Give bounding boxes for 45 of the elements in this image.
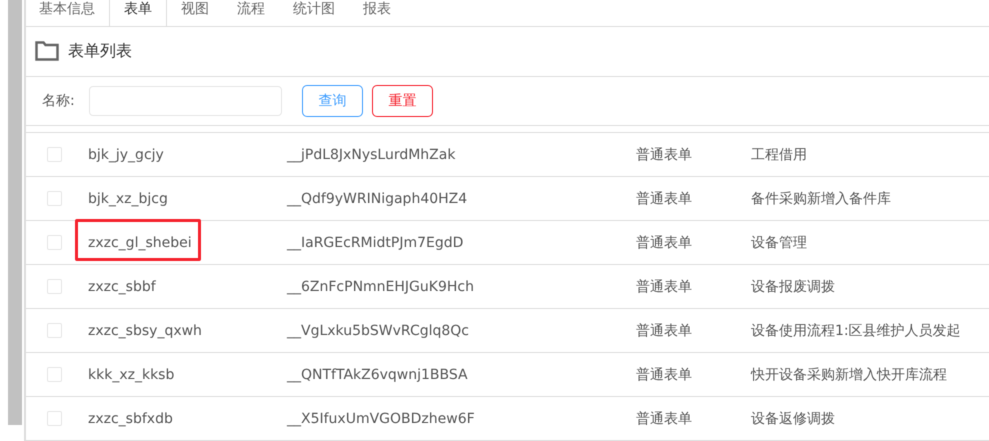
table-cell: 普通表单	[636, 234, 692, 250]
table-cell: bjk_jy_gcjy	[88, 146, 164, 162]
table-cell: kkk_xz_kksb	[88, 366, 174, 382]
row-checkbox[interactable]	[47, 367, 62, 382]
row-checkbox[interactable]	[47, 191, 62, 206]
tab[interactable]: 报表	[349, 0, 405, 26]
row-checkbox[interactable]	[47, 279, 62, 294]
table-cell: 设备管理	[751, 234, 807, 250]
tab[interactable]: 统计图	[279, 0, 349, 26]
scrollbar[interactable]	[8, 0, 22, 425]
table-cell: 设备使用流程1:区县维护人员发起	[751, 322, 961, 338]
table-cell: 普通表单	[636, 410, 692, 426]
table-cell: 设备报废调拨	[751, 278, 835, 294]
table-cell: 普通表单	[636, 190, 692, 206]
name-input-field[interactable]	[89, 86, 282, 116]
table-cell: 普通表单	[636, 366, 692, 382]
row-checkbox[interactable]	[47, 235, 62, 250]
table-cell: 普通表单	[636, 278, 692, 294]
table-cell: __QNTfTAkZ6vqwnj1BBSA	[287, 366, 468, 382]
row-checkbox[interactable]	[47, 411, 62, 426]
reset-button[interactable]: 重置	[372, 84, 433, 117]
table-cell: zxzc_sbbf	[88, 278, 156, 294]
table-cell: 备件采购新增入备件库	[751, 190, 891, 206]
table-cell: __VgLxku5bSWvRCglq8Qc	[287, 322, 469, 338]
table-cell: zxzc_sbsy_qxwh	[88, 322, 202, 338]
table-cell: zxzc_gl_shebei	[88, 234, 192, 250]
table-cell: __6ZnFcPNmnEHJGuK9Hch	[287, 278, 474, 294]
table-cell: 快开设备采购新增入快开库流程	[751, 366, 947, 382]
table-cell: __jPdL8JxNysLurdMhZak	[287, 146, 456, 162]
table-cell: __Qdf9yWRINigaph40HZ4	[287, 190, 468, 206]
tab[interactable]: 流程	[223, 0, 279, 26]
tab[interactable]: 视图	[167, 0, 223, 26]
table-cell: 工程借用	[751, 146, 807, 162]
folder-icon	[35, 41, 59, 62]
table-cell: __IaRGEcRMidtPJm7EgdD	[287, 234, 464, 250]
table-cell: 普通表单	[636, 322, 692, 338]
table-cell: bjk_xz_bjcg	[88, 190, 168, 206]
row-checkbox[interactable]	[47, 147, 62, 162]
table-cell: __X5IfuxUmVGOBDzhew6F	[287, 410, 475, 426]
table-cell: 设备返修调拨	[751, 410, 835, 426]
panel-title: 表单列表	[68, 40, 132, 62]
table-cell: 普通表单	[636, 146, 692, 162]
table-cell: zxzc_sbfxdb	[88, 410, 173, 426]
field-label: 名称:	[42, 92, 76, 110]
row-checkbox[interactable]	[47, 323, 62, 338]
